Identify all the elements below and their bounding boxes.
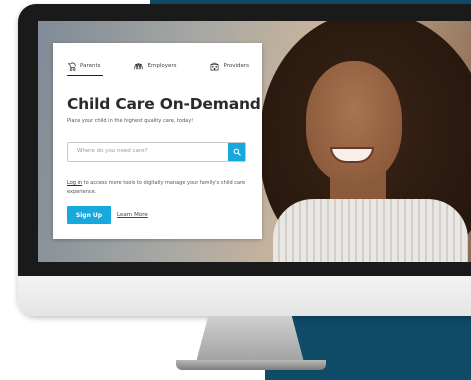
tab-providers-label: Providers [223, 63, 249, 69]
hero-subtitle: Place your child in the highest quality … [67, 118, 194, 124]
monitor-chin [18, 276, 471, 316]
login-prompt: Log in to access more tools to digitally… [67, 179, 249, 197]
tab-providers[interactable]: Providers [210, 61, 249, 71]
hero-title: Child Care On-Demand [67, 95, 261, 113]
login-link[interactable]: Log in [67, 180, 82, 186]
search-button[interactable] [228, 143, 245, 161]
audience-tabs: Parents Employers Providers [67, 58, 249, 74]
tab-employers[interactable]: Employers [134, 62, 176, 71]
tab-parents[interactable]: Parents [67, 62, 100, 71]
monitor-stand [195, 316, 305, 366]
active-tab-indicator [67, 75, 103, 77]
tab-parents-label: Parents [80, 63, 101, 69]
stroller-icon [67, 62, 76, 71]
building-icon [211, 61, 219, 70]
login-prompt-text: to access more tools to digitally manage… [67, 180, 246, 195]
monitor-stand-base [176, 360, 326, 370]
hero-card: Parents Employers Providers Child Care O… [53, 43, 262, 239]
photo-shirt [273, 199, 468, 262]
photo-face [306, 61, 402, 183]
people-group-icon [134, 62, 144, 69]
care-search-box [67, 142, 246, 162]
search-icon [233, 148, 241, 156]
sign-up-button[interactable]: Sign Up [67, 206, 111, 224]
learn-more-link[interactable]: Learn More [117, 212, 148, 218]
care-search-input[interactable] [68, 143, 227, 159]
tab-employers-label: Employers [147, 63, 177, 69]
